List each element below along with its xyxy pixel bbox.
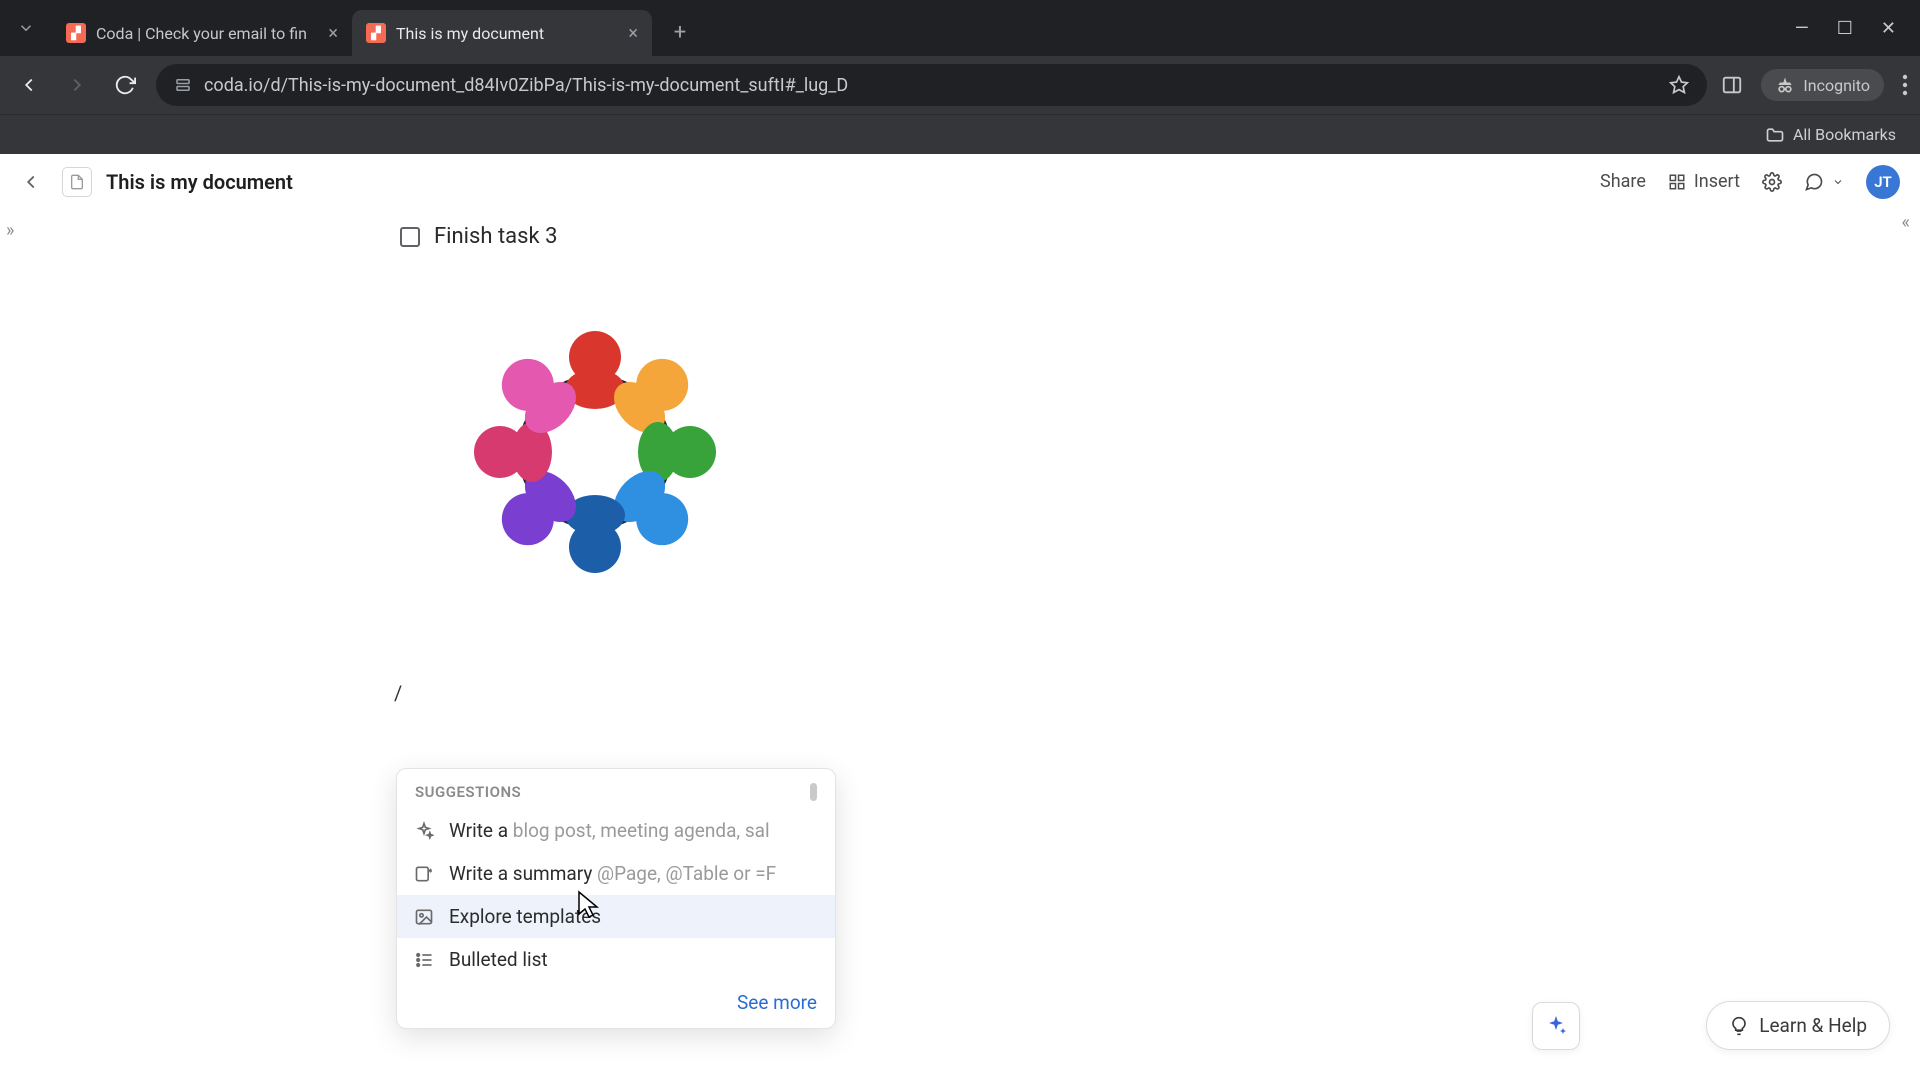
browser-tabstrip: ▞ Coda | Check your email to fin × ▞ Thi… <box>0 0 1920 56</box>
document-content[interactable]: Finish task 3 <box>0 210 1920 705</box>
suggestion-explore-templates[interactable]: Explore templates <box>397 895 835 938</box>
url-text: coda.io/d/This-is-my-document_d84Iv0ZibP… <box>204 75 848 96</box>
minimize-button[interactable]: ― <box>1795 18 1809 39</box>
summary-icon <box>413 864 435 884</box>
suggestion-label: Write a <box>449 819 513 842</box>
window-controls: ― ☐ ✕ <box>1795 0 1920 56</box>
sparkle-icon <box>413 821 435 841</box>
settings-button[interactable] <box>1762 172 1782 192</box>
avatar-initials: JT <box>1874 173 1892 191</box>
checklist-label: Finish task 3 <box>434 224 557 249</box>
side-panel-icon[interactable] <box>1721 74 1743 96</box>
doc-back-button[interactable] <box>20 171 48 193</box>
suggestion-bulleted-list[interactable]: Bulleted list <box>397 938 835 981</box>
new-tab-button[interactable]: + <box>660 12 700 52</box>
lightbulb-icon <box>1729 1016 1749 1036</box>
gear-icon <box>1762 172 1782 192</box>
ai-assistant-button[interactable] <box>1532 1002 1580 1050</box>
doc-icon[interactable] <box>62 167 92 197</box>
reload-button[interactable] <box>108 68 142 102</box>
coda-favicon: ▞ <box>66 23 86 43</box>
learn-help-button[interactable]: Learn & Help <box>1706 1001 1890 1050</box>
share-label: Share <box>1600 171 1646 192</box>
learn-help-label: Learn & Help <box>1759 1014 1867 1037</box>
url-field[interactable]: coda.io/d/This-is-my-document_d84Iv0ZibP… <box>156 64 1707 106</box>
checklist-item[interactable]: Finish task 3 <box>400 224 1920 249</box>
site-settings-icon[interactable] <box>174 76 192 94</box>
insert-grid-icon <box>1668 173 1686 191</box>
chevron-down-icon <box>1832 176 1844 188</box>
insert-button[interactable]: Insert <box>1668 171 1740 192</box>
suggestion-hint: @Page, @Table or =F <box>597 862 776 885</box>
doc-title[interactable]: This is my document <box>106 170 293 194</box>
folder-icon <box>1765 125 1785 145</box>
browser-tab-0[interactable]: ▞ Coda | Check your email to fin × <box>52 10 352 56</box>
nav-back-button[interactable] <box>12 68 46 102</box>
all-bookmarks-button[interactable]: All Bookmarks <box>1765 125 1896 145</box>
slash-command-text[interactable]: / <box>394 681 1920 705</box>
app-header: This is my document Share Insert JT <box>0 154 1920 210</box>
teamwork-logo-image <box>440 297 750 607</box>
suggestion-label: Write a summary <box>449 862 597 885</box>
comment-icon <box>1804 172 1824 192</box>
browser-tab-1[interactable]: ▞ This is my document × <box>352 10 652 56</box>
incognito-indicator[interactable]: Incognito <box>1761 69 1884 101</box>
browser-menu-icon[interactable] <box>1902 74 1908 96</box>
suggestion-label: Explore templates <box>449 905 601 928</box>
see-more-link[interactable]: See more <box>737 991 817 1014</box>
close-icon[interactable]: × <box>628 23 638 44</box>
app-area: This is my document Share Insert JT » « … <box>0 154 1920 1080</box>
image-icon <box>413 907 435 927</box>
coda-favicon: ▞ <box>366 23 386 43</box>
expand-left-panel-button[interactable]: » <box>6 220 14 241</box>
slash-suggestions-menu: SUGGESTIONS Write a blog post, meeting a… <box>396 768 836 1029</box>
tabs-dropdown-button[interactable] <box>0 0 52 56</box>
tab-title: Coda | Check your email to fin <box>96 24 318 43</box>
close-icon[interactable]: × <box>328 23 338 44</box>
share-button[interactable]: Share <box>1600 171 1646 192</box>
tab-title: This is my document <box>396 24 618 43</box>
insert-label: Insert <box>1694 171 1740 192</box>
all-bookmarks-label: All Bookmarks <box>1793 125 1896 144</box>
avatar[interactable]: JT <box>1866 165 1900 199</box>
suggestion-label: Bulleted list <box>449 948 548 971</box>
close-window-button[interactable]: ✕ <box>1881 18 1896 39</box>
list-icon <box>413 950 435 970</box>
scrollbar-thumb[interactable] <box>810 783 817 801</box>
nav-forward-button[interactable] <box>60 68 94 102</box>
incognito-label: Incognito <box>1803 76 1870 95</box>
suggestion-hint: blog post, meeting agenda, sal <box>513 819 770 842</box>
maximize-button[interactable]: ☐ <box>1837 18 1853 39</box>
suggestions-heading: SUGGESTIONS <box>415 783 521 801</box>
checkbox[interactable] <box>400 227 420 247</box>
comments-button[interactable] <box>1804 172 1844 192</box>
incognito-icon <box>1775 75 1795 95</box>
suggestion-write-summary[interactable]: Write a summary @Page, @Table or =F <box>397 852 835 895</box>
address-bar: coda.io/d/This-is-my-document_d84Iv0ZibP… <box>0 56 1920 114</box>
sparkle-icon <box>1544 1014 1568 1038</box>
bookmark-star-icon[interactable] <box>1669 75 1689 95</box>
suggestion-write-a[interactable]: Write a blog post, meeting agenda, sal <box>397 809 835 852</box>
bookmarks-bar: All Bookmarks <box>0 114 1920 154</box>
embedded-image[interactable] <box>440 297 750 607</box>
expand-right-panel-button[interactable]: « <box>1902 212 1910 233</box>
